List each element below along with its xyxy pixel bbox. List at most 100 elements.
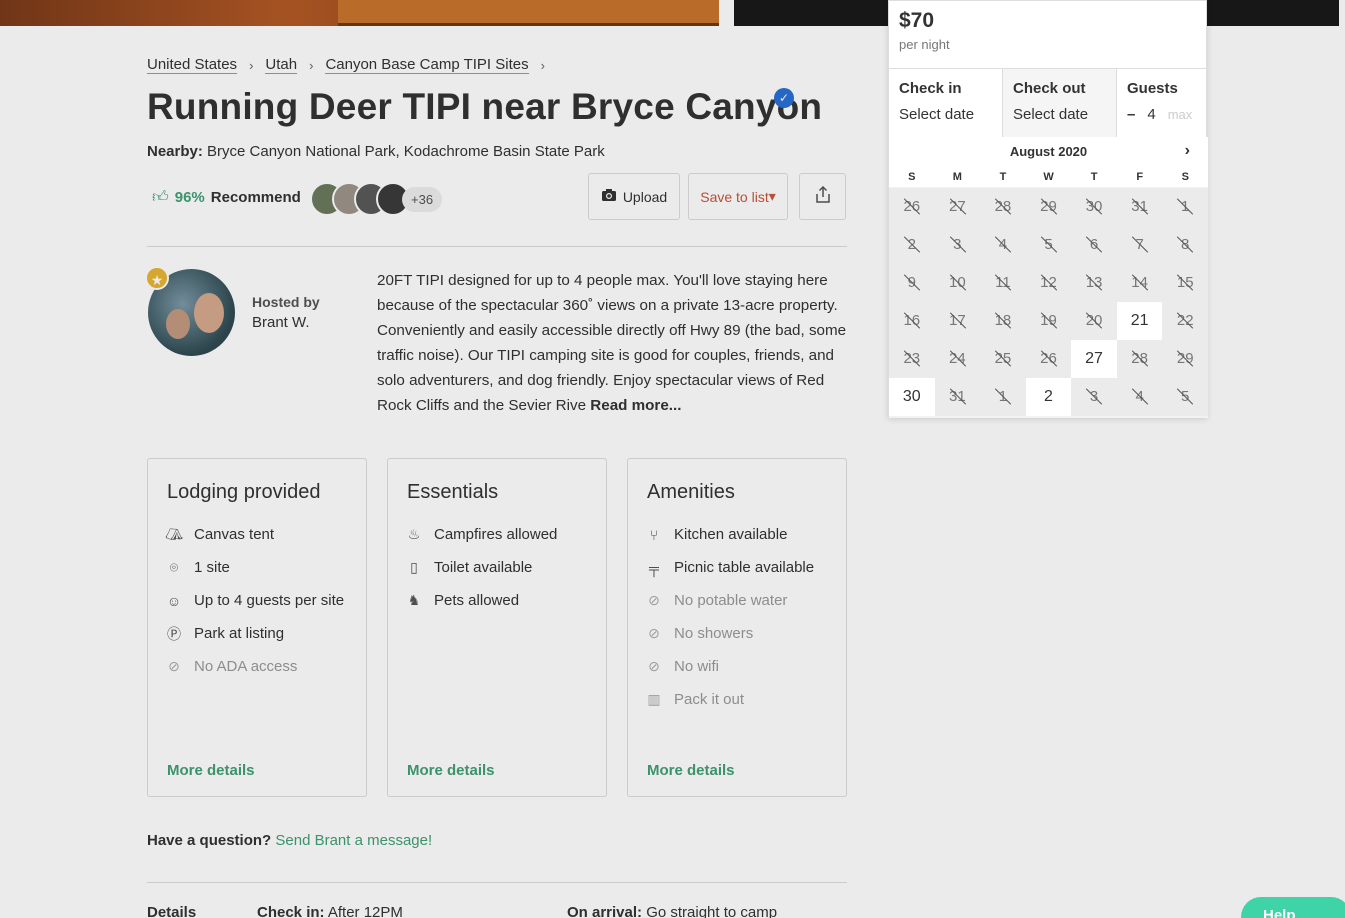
item-label: 1 site [194,559,230,576]
upload-label: Upload [622,188,668,205]
item-label: No wifi [674,658,720,675]
calendar-day-unavailable: 26 [1025,340,1072,378]
checkin-detail: Check in: After 12PM [257,904,403,918]
nearby-parks: Nearby: Bryce Canyon National Park, Koda… [147,143,605,160]
item-label: No showers [674,625,754,642]
thumbs-up-icon: 👍︎ [152,189,169,206]
hero-photo-left[interactable] [0,0,719,26]
listing-page: United States › Utah › Canyon Base Camp … [0,0,1345,918]
calendar-day-unavailable: 17 [934,302,981,340]
calendar-day-available[interactable]: 27 [1071,340,1117,378]
checkin-value: After 12PM [327,904,403,918]
check-out-field[interactable]: Check out Select date [1003,69,1117,137]
guests-icon: ☺ [166,592,182,609]
list-item: Ⓟ Park at listing [164,617,344,650]
calendar-day-unavailable: 4 [1116,378,1163,416]
chevron-right-icon: › [309,57,314,73]
calendar-day-unavailable: 1 [980,378,1026,416]
item-label: Pets allowed [434,592,520,609]
item-label: Toilet available [434,559,533,576]
share-button[interactable] [799,173,846,220]
nightly-price: $70 [899,9,935,32]
calendar-day-unavailable: 27 [934,188,981,226]
more-details-link[interactable]: More details [167,762,255,779]
help-button[interactable]: Help [1241,897,1345,918]
chevron-right-icon: › [540,57,545,73]
host-name[interactable]: Brant W. [252,314,310,331]
no-ada-icon: ⊘ [168,658,180,674]
calendar-day-unavailable: 31 [934,378,981,416]
breadcrumb: United States › Utah › Canyon Base Camp … [147,56,549,74]
host-photo-face [166,309,190,339]
guests-label: Guests [1127,80,1178,97]
calendar-day-available[interactable]: 21 [1116,302,1163,340]
guests-decrement-button[interactable]: – [1127,106,1135,123]
card-title: Amenities [647,481,735,503]
no-wifi-icon: ⊘ [648,658,660,674]
check-in-field[interactable]: Check in Select date [889,69,1003,137]
no-shower-icon: ⊘ [648,625,660,641]
calendar-day-unavailable: 1 [1162,188,1208,226]
weekday-label: S [908,171,916,183]
calendar-day-unavailable: 14 [1116,264,1163,302]
details-label: Details [147,904,197,918]
weekday-label: S [1181,171,1189,183]
tent-icon: ⛺︎ [165,526,183,542]
date-picker: August 2020 › S M T W T F S 26 27 28 29 30 31… [889,137,1208,418]
recommend-label: Recommend [210,189,301,206]
chevron-down-icon: ▾ [768,188,776,204]
calendar-day-unavailable: 15 [1162,264,1208,302]
star-badge-icon: ★ [145,266,169,290]
weekday-label: T [999,171,1007,183]
next-month-button[interactable]: › [1185,137,1190,165]
calendar-day-unavailable: 28 [980,188,1026,226]
card-title: Lodging provided [167,481,321,503]
list-item: ⊘ No wifi [644,650,814,683]
more-details-link[interactable]: More details [407,762,495,779]
list-item: ╤ Picnic table available [644,551,814,584]
divider [147,882,847,883]
guests-count[interactable]: 4 [1147,106,1155,123]
upload-button[interactable]: Upload [588,173,680,220]
toilet-icon: ▯ [410,559,418,575]
list-item: ☺ Up to 4 guests per site [164,584,344,617]
camera-icon [601,188,617,205]
breadcrumb-state[interactable]: Utah [265,56,298,74]
check-in-value: Select date [899,106,975,123]
question-prompt: Have a question? Send Brant a message! [147,832,432,849]
item-label: Park at listing [194,625,285,642]
calendar-day-available[interactable]: 30 [889,378,935,416]
calendar-day-unavailable: 26 [889,188,935,226]
calendar-day-unavailable: 25 [980,340,1026,378]
breadcrumb-country[interactable]: United States [147,56,238,74]
calendar-day-available[interactable]: 2 [1025,378,1072,416]
calendar-day-unavailable: 29 [1025,188,1072,226]
save-to-list-button[interactable]: Save to list ▾ [688,173,788,220]
chevron-right-icon: › [249,57,254,73]
calendar-day-unavailable: 6 [1071,226,1117,264]
host-photo-face [194,293,224,333]
guests-stepper: – 4 max [1127,106,1198,123]
send-message-link[interactable]: Send Brant a message! [275,832,432,849]
calendar-day-unavailable: 13 [1071,264,1117,302]
more-details-link[interactable]: More details [647,762,735,779]
check-in-label: Check in [899,80,962,97]
breadcrumb-campground[interactable]: Canyon Base Camp TIPI Sites [325,56,529,74]
list-item: ▯ Toilet available [404,551,557,584]
list-item: ♨ Campfires allowed [404,518,558,551]
calendar-day-unavailable: 10 [934,264,981,302]
recommender-avatars[interactable]: +36 [310,182,443,216]
item-label: Campfires allowed [434,526,558,543]
parking-icon: Ⓟ [167,625,181,642]
arrival-detail: On arrival: Go straight to camp [567,904,777,918]
item-label: Canvas tent [194,526,275,543]
weekday-label: M [952,171,962,183]
weekday-label: W [1043,171,1054,183]
calendar-day-unavailable: 16 [889,302,935,340]
campfire-icon: ♨ [407,526,421,542]
read-more-link[interactable]: Read more... [590,397,681,414]
more-recommenders-count: +36 [402,186,443,212]
check-out-value: Select date [1013,106,1089,123]
question-label: Have a question? [147,832,272,849]
recommend-summary[interactable]: 👍︎ 96% Recommend [152,188,301,207]
